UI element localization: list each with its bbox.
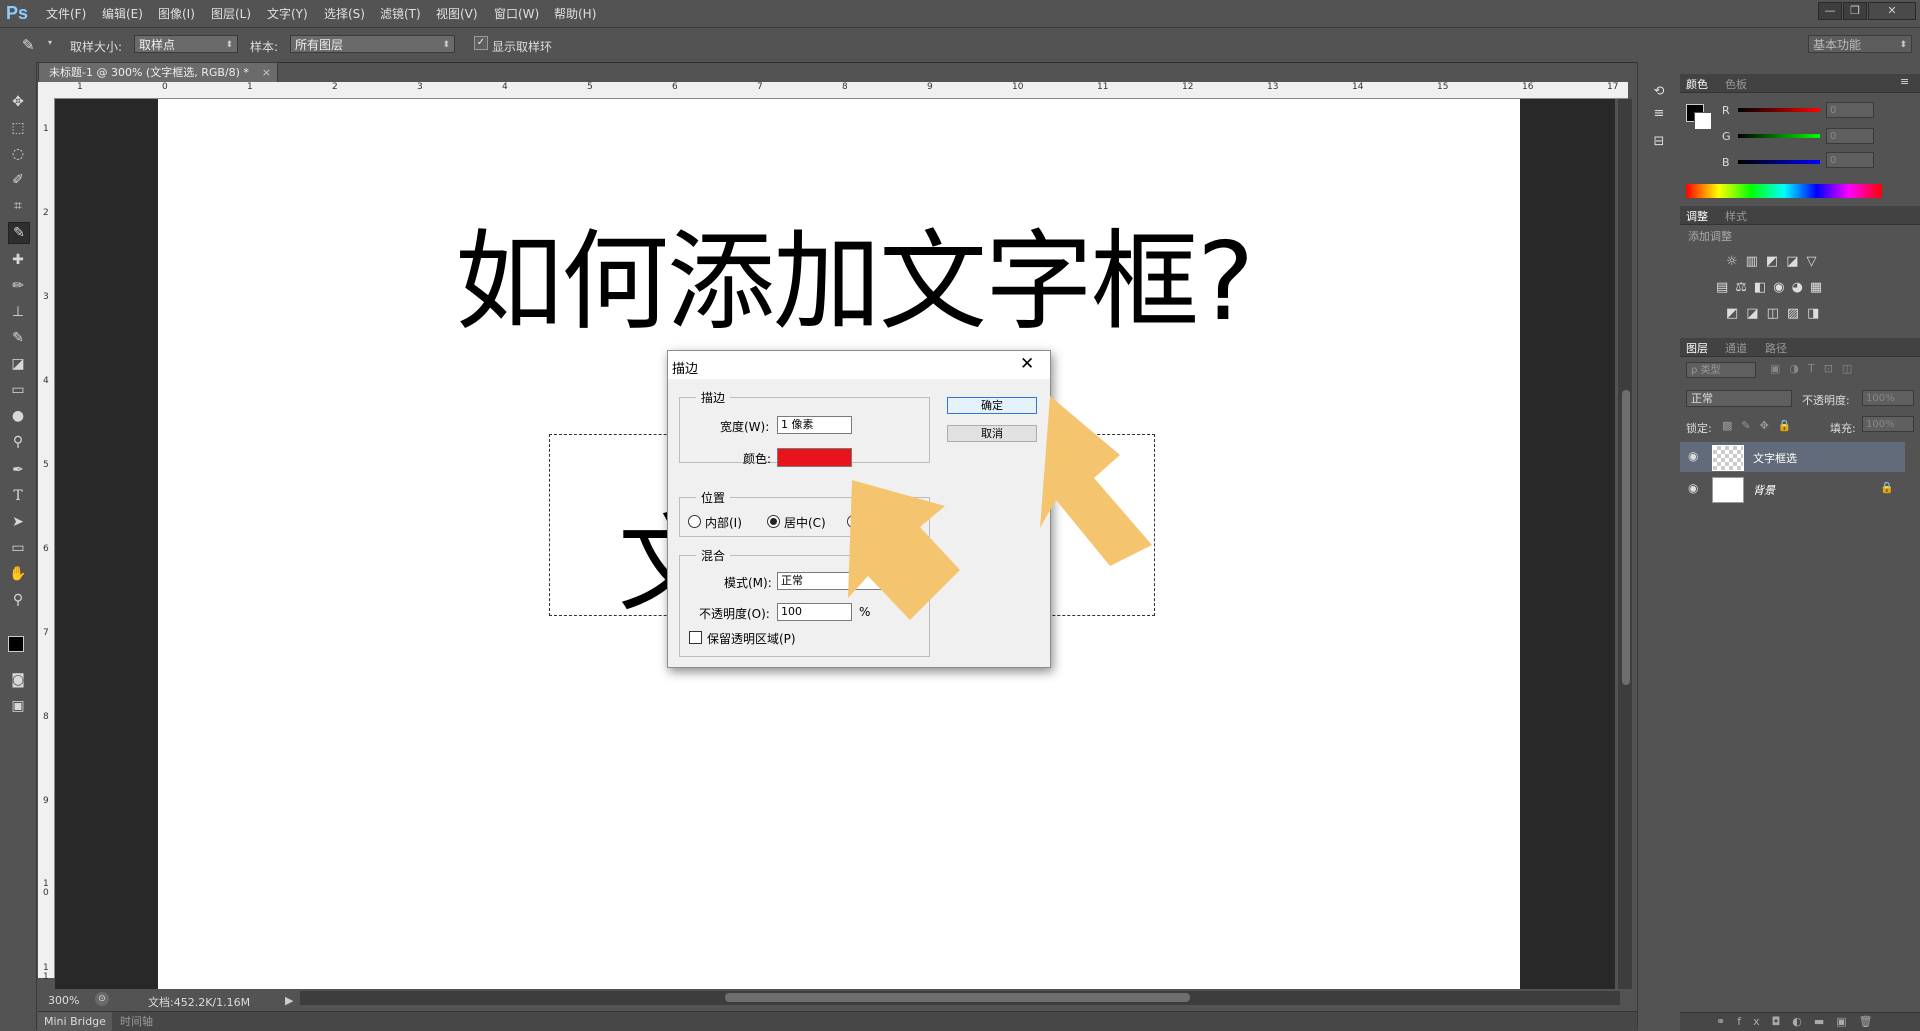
- adjustments-panel-header: 调整 样式: [1680, 206, 1920, 225]
- channel-r-label: R: [1722, 104, 1730, 117]
- tab-layers[interactable]: 图层: [1686, 340, 1708, 356]
- lock-label: 锁定:: [1686, 422, 1712, 435]
- fill-input[interactable]: 100%: [1862, 416, 1914, 432]
- properties-panel-icon[interactable]: ⊟: [1650, 134, 1668, 152]
- adjustment-icons-row-1[interactable]: ☼▥◩◪▽: [1726, 254, 1825, 269]
- tab-styles[interactable]: 样式: [1725, 208, 1747, 224]
- blend-mode-select[interactable]: 正常: [1686, 390, 1792, 407]
- layer-row[interactable]: ◉ 文字框选: [1680, 442, 1905, 472]
- arrow-to-ok-icon: [1040, 396, 1152, 566]
- layer-thumbnail: [1712, 477, 1744, 503]
- g-value-input[interactable]: 0: [1826, 128, 1874, 144]
- actions-panel-icon[interactable]: ≡: [1650, 106, 1668, 124]
- b-slider[interactable]: [1738, 160, 1820, 164]
- r-value-input[interactable]: 0: [1826, 102, 1874, 118]
- adjustment-icons-row-3[interactable]: ◩◪◫▨◨: [1726, 306, 1827, 321]
- tab-adjustments[interactable]: 调整: [1686, 208, 1708, 224]
- layer-kind-filter[interactable]: ρ 类型: [1686, 362, 1756, 378]
- tab-swatches[interactable]: 色板: [1725, 76, 1747, 92]
- collapsed-panel-strip: ⟲ ≡ ⊟: [1637, 62, 1681, 1030]
- lock-icons[interactable]: ▩✎✥🔒: [1722, 419, 1801, 432]
- bg-color-swatch[interactable]: [1694, 112, 1712, 130]
- fill-label: 填充:: [1830, 422, 1856, 435]
- layer-thumbnail: [1712, 445, 1744, 471]
- channel-b-label: B: [1722, 156, 1730, 169]
- b-value-input[interactable]: 0: [1826, 152, 1874, 168]
- layer-name[interactable]: 背景: [1753, 482, 1775, 498]
- eye-icon[interactable]: ◉: [1688, 481, 1698, 495]
- eye-icon[interactable]: ◉: [1688, 449, 1698, 463]
- color-spectrum-bar[interactable]: [1686, 184, 1882, 198]
- layers-panel-header: 图层 通道 路径: [1680, 338, 1920, 357]
- tab-paths[interactable]: 路径: [1765, 340, 1787, 356]
- layer-action-icons[interactable]: ⚭fx◘◐▬▣🗑: [1716, 1015, 1885, 1028]
- add-adjustment-label: 添加调整: [1688, 230, 1732, 243]
- lock-icon: 🔒: [1880, 481, 1894, 494]
- annotation-arrows: [848, 396, 1152, 620]
- layers-footer: ⚭fx◘◐▬▣🗑: [1680, 1012, 1920, 1031]
- tab-channels[interactable]: 通道: [1725, 340, 1747, 356]
- arrow-to-color-icon: [848, 480, 960, 620]
- g-slider[interactable]: [1738, 134, 1820, 138]
- layer-opacity-input[interactable]: 100%: [1862, 390, 1914, 406]
- color-panel-header: 颜色 色板 ≡: [1680, 74, 1920, 93]
- adjustment-icons-row-2[interactable]: ▤⚖◧◉◕▦: [1716, 280, 1829, 295]
- tab-color[interactable]: 颜色: [1686, 76, 1708, 92]
- layer-opacity-label: 不透明度:: [1802, 394, 1850, 407]
- channel-g-label: G: [1722, 130, 1731, 143]
- r-slider[interactable]: [1738, 108, 1820, 112]
- history-panel-icon[interactable]: ⟲: [1650, 84, 1668, 102]
- layer-name[interactable]: 文字框选: [1753, 450, 1797, 466]
- panel-menu-icon[interactable]: ≡: [1900, 75, 1909, 88]
- layer-row[interactable]: ◉ 背景 🔒: [1680, 474, 1905, 504]
- layer-filter-icons[interactable]: ▣◑T⊡◫: [1770, 362, 1861, 375]
